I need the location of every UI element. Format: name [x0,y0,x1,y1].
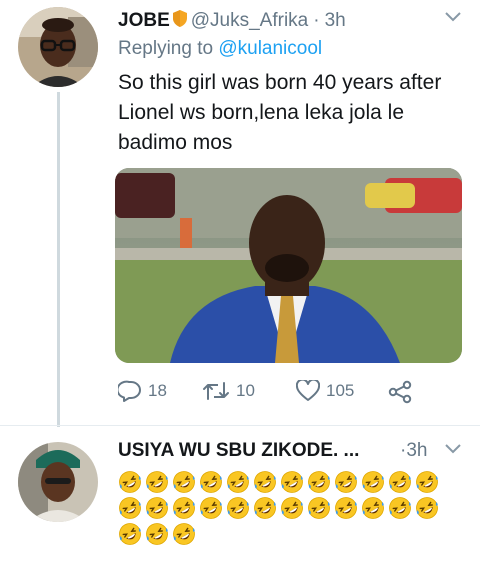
rolling-laughing-emoji [278,495,305,521]
share-button[interactable] [388,380,412,404]
rolling-laughing-emoji [413,469,440,495]
reply-button[interactable]: 18 [118,380,167,402]
like-count: 105 [326,381,355,400]
chevron-down-icon[interactable] [444,10,462,28]
rolling-laughing-emoji [251,469,278,495]
tweet-actions: 18 10 105 [118,380,418,410]
rolling-laughing-emoji [251,495,278,521]
retweet-icon [203,382,229,400]
thread-connector-line [57,92,60,427]
rolling-laughing-emoji [170,495,197,521]
tweet-image[interactable] [115,168,462,363]
heart-icon [296,380,320,401]
reply-count: 18 [148,381,167,400]
rolling-laughing-emoji [386,469,413,495]
replying-to: Replying to @kulanicool [118,38,322,60]
rolling-laughing-emoji [359,469,386,495]
tweet-header: JOBE @Juks_Afrika · 3h [118,8,464,34]
display-name[interactable]: USIYA WU SBU ZIKODE. ... [118,440,359,462]
retweet-count: 10 [236,381,255,400]
avatar[interactable] [18,7,98,87]
rolling-laughing-emoji [305,495,332,521]
rolling-laughing-emoji [359,495,386,521]
chevron-down-icon[interactable] [444,442,462,460]
replying-to-label: Replying to [118,38,214,59]
tweet-divider [0,425,480,426]
user-handle[interactable]: @Juks_Afrika [191,10,309,32]
rolling-laughing-emoji [143,469,170,495]
retweet-button[interactable]: 10 [202,380,255,402]
rolling-laughing-emoji [116,495,143,521]
rolling-laughing-emoji [386,495,413,521]
share-icon [388,380,412,404]
rolling-laughing-emoji [224,495,251,521]
tweet-header: USIYA WU SBU ZIKODE. ... ·3h [118,440,464,466]
display-name[interactable]: JOBE [118,10,170,32]
rolling-laughing-emoji [332,469,359,495]
tweet-text: So this girl was born 40 years after Lio… [118,71,442,154]
timestamp[interactable]: ·3h [400,440,427,462]
rolling-laughing-emoji [116,469,143,495]
rolling-laughing-emoji [143,495,170,521]
rolling-laughing-emoji [224,469,251,495]
time-value: 3h [406,440,428,461]
avatar[interactable] [18,442,98,522]
rolling-laughing-emoji [332,495,359,521]
reply-icon [118,380,141,402]
like-button[interactable]: 105 [296,380,354,402]
rolling-laughing-emoji [278,469,305,495]
replying-to-handle[interactable]: @kulanicool [218,38,322,59]
tweet-emoji-text [116,469,446,547]
rolling-laughing-emoji [143,521,170,547]
rolling-laughing-emoji [197,495,224,521]
rolling-laughing-emoji [197,469,224,495]
rolling-laughing-emoji [116,521,143,547]
rolling-laughing-emoji [413,495,440,521]
rolling-laughing-emoji [305,469,332,495]
rolling-laughing-emoji [170,469,197,495]
timestamp[interactable]: 3h [325,10,346,32]
rolling-laughing-emoji [170,521,197,547]
shield-icon [172,10,187,32]
separator-dot: · [313,10,320,31]
